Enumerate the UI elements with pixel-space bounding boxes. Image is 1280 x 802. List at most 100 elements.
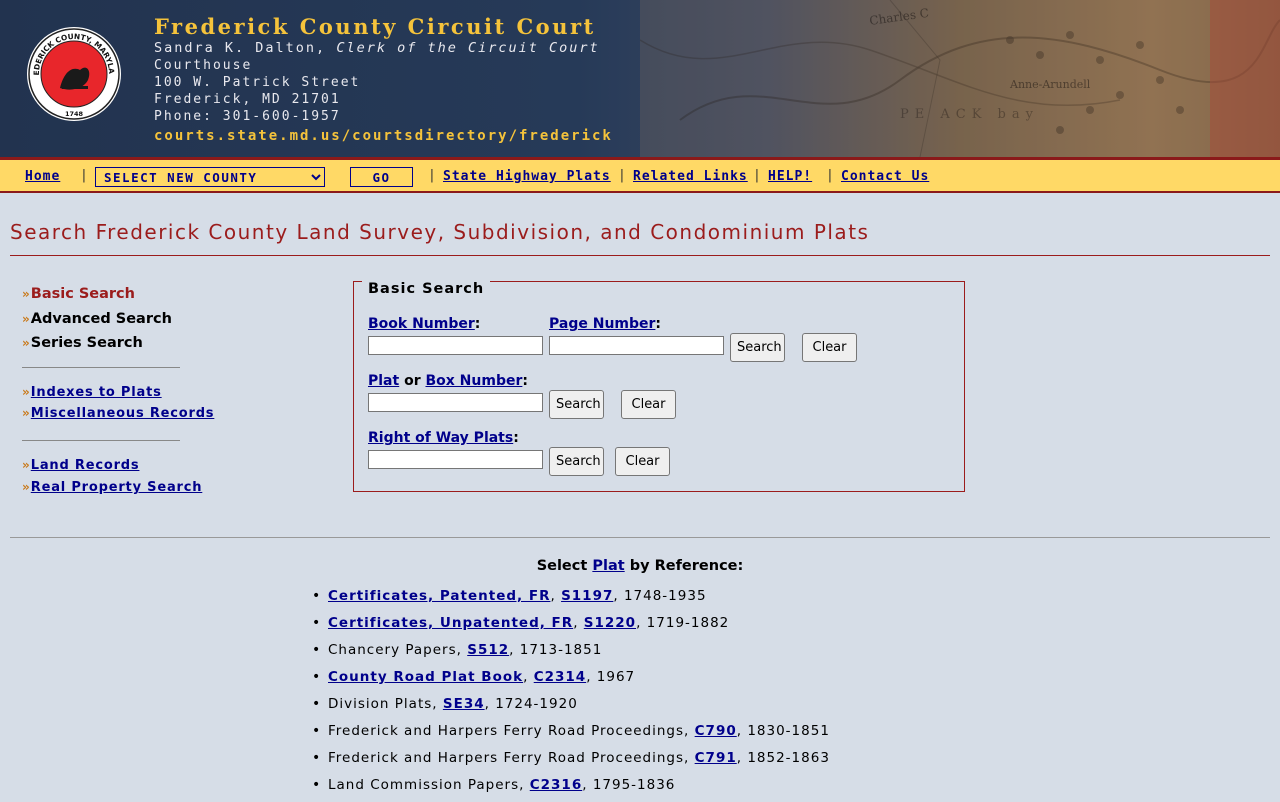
chevron-right-icon: »	[22, 312, 30, 326]
reference-years: 1830-1851	[747, 723, 830, 739]
page-title: Search Frederick County Land Survey, Sub…	[10, 220, 1270, 256]
sidebar-item-advanced-search[interactable]: »Advanced Search	[22, 311, 172, 327]
right-of-way-link[interactable]: Right of Way Plats	[368, 430, 513, 446]
clerk-name: Sandra K. Dalton,	[154, 40, 327, 56]
nav-contact-link[interactable]: Contact Us	[841, 169, 929, 184]
county-seal-logo: FREDERICK COUNTY, MARYLAND 1748	[26, 26, 121, 121]
book-number-link[interactable]: Book Number	[368, 316, 475, 332]
book-number-label: Book Number:	[368, 316, 480, 332]
reference-years: 1713-1851	[519, 642, 603, 658]
sidebar-divider	[22, 367, 180, 368]
plat-clear-button[interactable]: Clear	[621, 390, 676, 419]
reference-heading-post: by Reference:	[629, 558, 744, 574]
reference-heading-pre: Select	[536, 558, 588, 574]
nav-related-links[interactable]: Related Links	[633, 169, 748, 184]
reference-years: 1967	[596, 669, 636, 685]
map-background-image: Charles C Anne-Arundell PE ACK bay	[640, 0, 1280, 157]
chevron-right-icon: »	[22, 406, 30, 420]
sidebar-link-real-property[interactable]: Real Property Search	[31, 480, 203, 495]
list-item: Division Plats, SE34, 1724-1920	[312, 694, 830, 721]
clerk-title: Clerk of the Circuit Court	[336, 40, 600, 56]
county-select[interactable]: SELECT NEW COUNTY	[95, 167, 325, 187]
sidebar-link-land-records[interactable]: Land Records	[31, 458, 140, 473]
label-colon: :	[655, 316, 662, 332]
sidebar-item-indexes[interactable]: »Indexes to Plats	[22, 384, 162, 400]
nav-separator: |	[80, 168, 88, 183]
sidebar-item-series-search[interactable]: »Series Search	[22, 335, 143, 351]
reference-series-link[interactable]: C790	[695, 723, 737, 739]
reference-title: Division Plats	[328, 696, 433, 712]
sidebar-item-misc-records[interactable]: »Miscellaneous Records	[22, 405, 214, 421]
nav-separator: |	[753, 168, 761, 183]
sidebar-divider	[22, 440, 180, 441]
plat-search-button[interactable]: Search	[549, 390, 604, 419]
go-button[interactable]: GO	[350, 167, 413, 187]
label-colon: :	[513, 430, 519, 446]
map-label-anne-arundell: Anne-Arundell	[1009, 78, 1091, 91]
right-of-way-input[interactable]	[368, 450, 543, 469]
book-number-input[interactable]	[368, 336, 543, 355]
book-page-search-button[interactable]: Search	[730, 333, 785, 362]
chevron-right-icon: »	[22, 385, 30, 399]
list-item: County Road Plat Book, C2314, 1967	[312, 667, 830, 694]
chevron-right-icon: »	[22, 458, 30, 472]
page-number-label: Page Number:	[549, 316, 661, 332]
nav-help-link[interactable]: HELP!	[768, 169, 812, 184]
reference-list: Certificates, Patented, FR, S1197, 1748-…	[312, 586, 830, 802]
clerk-line: Sandra K. Dalton, Clerk of the Circuit C…	[154, 40, 600, 56]
reference-series-link[interactable]: S512	[467, 642, 509, 658]
chevron-right-icon: »	[22, 480, 30, 494]
reference-years: 1724-1920	[495, 696, 578, 712]
sidebar-item-label: Series Search	[30, 335, 143, 351]
section-divider	[10, 537, 1270, 538]
reference-title: Frederick and Harpers Ferry Road Proceed…	[328, 750, 685, 766]
court-title: Frederick County Circuit Court	[154, 14, 596, 39]
page-number-input[interactable]	[549, 336, 724, 355]
sidebar-link-indexes[interactable]: Indexes to Plats	[31, 385, 162, 400]
plat-link[interactable]: Plat	[368, 373, 399, 389]
reference-series-link[interactable]: SE34	[443, 696, 485, 712]
reference-series-link[interactable]: S1197	[561, 588, 613, 604]
sidebar-item-basic-search[interactable]: »Basic Search	[22, 286, 135, 302]
address-city: Frederick, MD 21701	[154, 92, 341, 107]
reference-title[interactable]: County Road Plat Book	[328, 669, 523, 685]
nav-separator: |	[826, 168, 834, 183]
nav-home-link[interactable]: Home	[25, 169, 60, 184]
list-item: Certificates, Patented, FR, S1197, 1748-…	[312, 586, 830, 613]
reference-series-link[interactable]: C791	[695, 750, 737, 766]
address-courthouse: Courthouse	[154, 58, 253, 73]
sidebar-item-label: Basic Search	[30, 286, 135, 302]
page-number-link[interactable]: Page Number	[549, 316, 655, 332]
plat-box-label: Plat or Box Number:	[368, 373, 528, 389]
sidebar-link-misc-records[interactable]: Miscellaneous Records	[31, 406, 215, 421]
nav-separator: |	[618, 168, 626, 183]
book-page-clear-button[interactable]: Clear	[802, 333, 857, 362]
sidebar-item-land-records[interactable]: »Land Records	[22, 457, 139, 473]
reference-heading: Select Plat by Reference:	[0, 558, 1280, 574]
list-item: Chancery Papers, S512, 1713-1851	[312, 640, 830, 667]
nav-state-highway-link[interactable]: State Highway Plats	[443, 169, 611, 184]
label-colon: :	[522, 373, 528, 389]
sidebar-item-real-property[interactable]: »Real Property Search	[22, 479, 202, 495]
reference-title[interactable]: Certificates, Unpatented, FR	[328, 615, 573, 631]
list-item: Certificates, Unpatented, FR, S1220, 171…	[312, 613, 830, 640]
reference-series-link[interactable]: C2314	[534, 669, 586, 685]
row-search-button[interactable]: Search	[549, 447, 604, 476]
reference-title[interactable]: Certificates, Patented, FR	[328, 588, 550, 604]
court-url: courts.state.md.us/courtsdirectory/frede…	[154, 128, 613, 144]
row-clear-button[interactable]: Clear	[615, 447, 670, 476]
reference-series-link[interactable]: C2316	[530, 777, 582, 793]
box-number-link[interactable]: Box Number	[425, 373, 522, 389]
reference-series-link[interactable]: S1220	[584, 615, 636, 631]
reference-years: 1795-1836	[592, 777, 676, 793]
nav-separator: |	[428, 168, 436, 183]
site-header: Charles C Anne-Arundell PE ACK bay FREDE…	[0, 0, 1280, 160]
reference-plat-link[interactable]: Plat	[592, 558, 624, 574]
right-of-way-label: Right of Way Plats:	[368, 430, 519, 446]
reference-years: 1852-1863	[747, 750, 830, 766]
sidebar-item-label: Advanced Search	[30, 311, 172, 327]
plat-box-input[interactable]	[368, 393, 543, 412]
phone-number: Phone: 301-600-1957	[154, 109, 341, 124]
reference-years: 1719-1882	[646, 615, 730, 631]
or-text: or	[404, 373, 421, 389]
